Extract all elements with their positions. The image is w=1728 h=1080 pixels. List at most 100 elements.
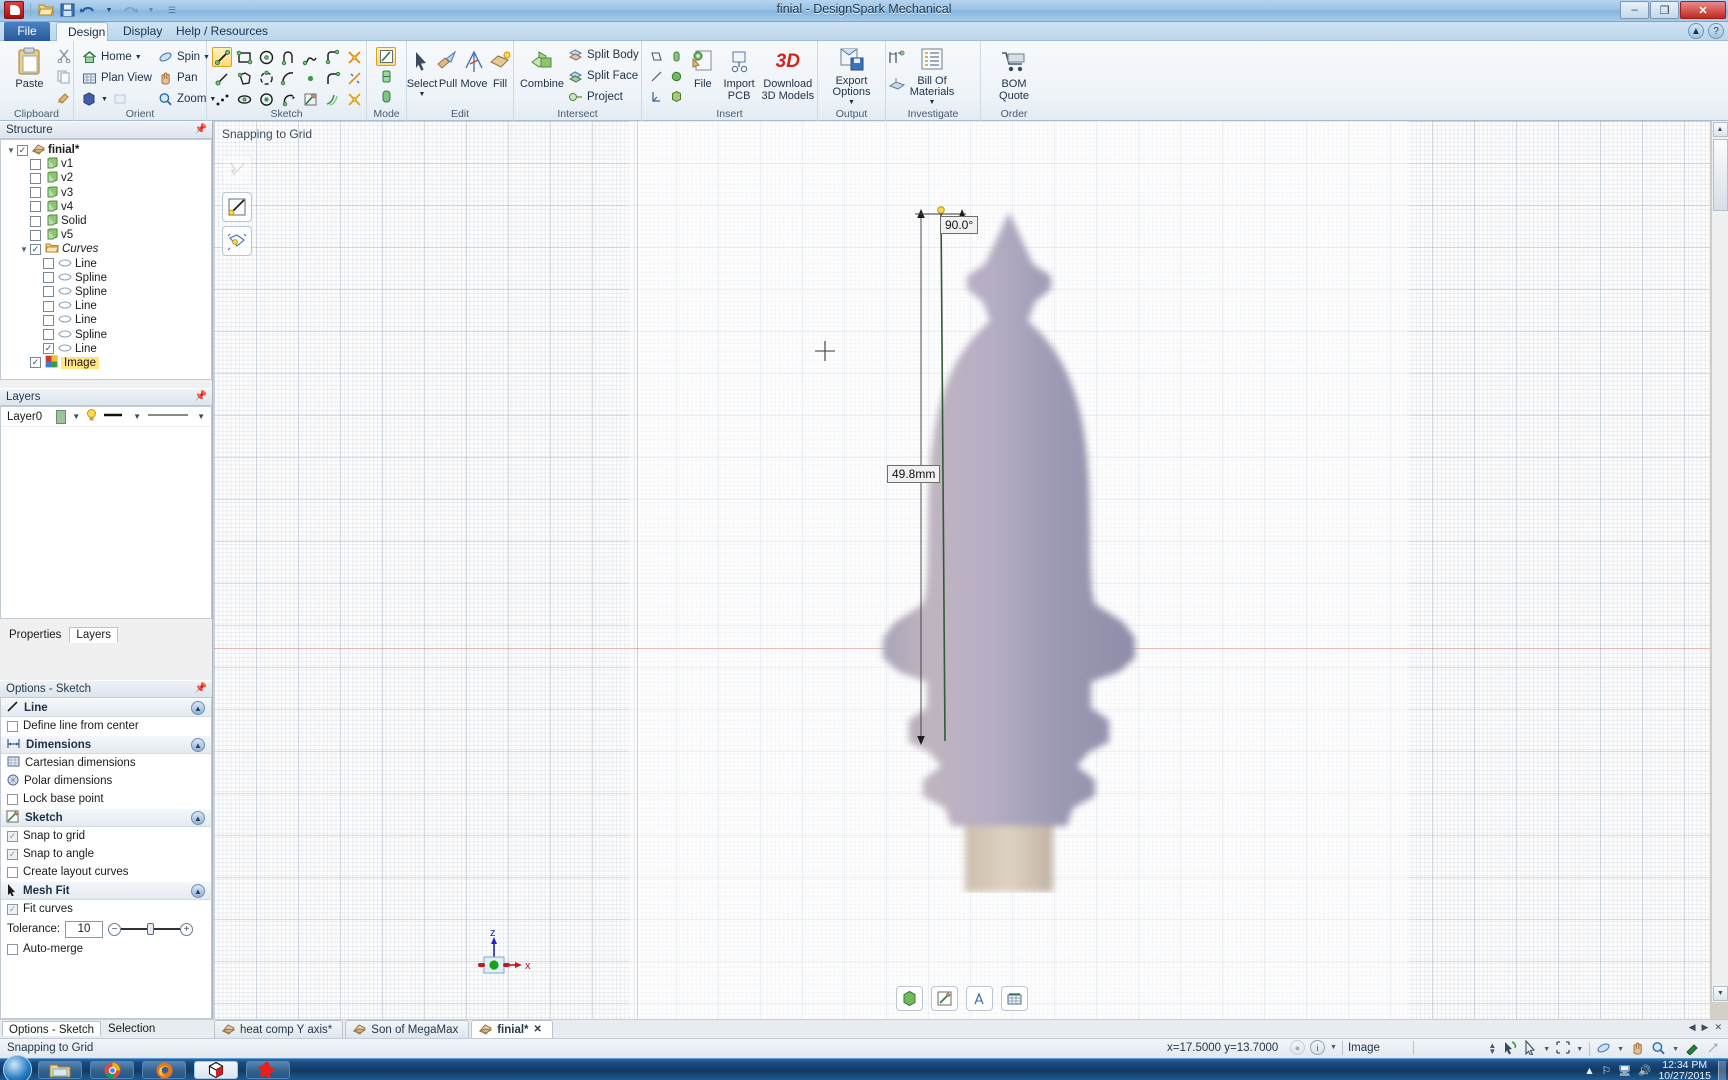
spin-status-icon[interactable] [1502,1040,1518,1058]
chevron-down-icon[interactable]: ▼ [135,54,142,61]
tree-item-checkbox[interactable] [30,187,41,199]
structure-tree[interactable]: ▼ ✓ finial* v1 v2 v3 v4 Solid v5 ▼ ✓ Curves Line Spli… [0,139,212,380]
tree-item-checkbox[interactable] [30,215,41,227]
taskbar-item-google-chrome[interactable] [90,1061,134,1079]
sketch-points-icon[interactable] [212,89,232,109]
restore-button[interactable]: ❐ [1650,1,1679,19]
collapse-ribbon-icon[interactable]: ▲ [1688,23,1704,39]
line-tool-icon[interactable] [212,47,232,67]
options-section-header[interactable]: Sketch ▲ [1,808,211,827]
sketch-line-point-icon[interactable] [212,68,232,88]
fillet-icon[interactable] [322,68,342,88]
tolerance-input[interactable]: 10 [65,920,104,938]
vertical-scroll-thumb[interactable] [1712,139,1728,211]
pin-icon[interactable]: 📌 [195,124,207,135]
structure-tree-item[interactable]: v2 [1,171,211,185]
pan-status-icon[interactable] [1630,1041,1645,1058]
chevron-down-icon[interactable]: ▼ [1543,1046,1550,1053]
show-hidden-icons[interactable]: ▲ [1584,1065,1594,1077]
options-row[interactable]: ✓ Fit curves [1,900,211,918]
document-tab[interactable]: heat comp Y axis* [214,1020,344,1038]
project-button[interactable]: Project [566,87,639,106]
point-icon[interactable] [300,68,320,88]
spinner-icon[interactable]: ▲ ▼ [1488,1041,1496,1055]
three-point-arc-icon[interactable] [256,68,276,88]
green-cube-icon[interactable] [896,986,923,1011]
section-mode-icon[interactable] [376,67,396,86]
taskbar-item-file-explorer[interactable] [38,1061,82,1079]
orientation-triad[interactable]: z x [469,924,539,984]
option-checkbox[interactable] [7,720,18,732]
plan-view-button[interactable]: Plan View [80,68,154,88]
options-row[interactable]: Polar dimensions [1,772,211,790]
close-button[interactable]: ✕ [1680,1,1726,19]
pin-status-icon[interactable] [1706,1041,1720,1058]
chevron-up-icon[interactable]: ▲ [191,884,205,898]
cylinder-icon[interactable] [666,46,686,66]
structure-tree-item[interactable]: ✓ Line [1,342,211,356]
volume-icon[interactable]: 🔊 [1638,1064,1651,1077]
tab-design[interactable]: Design [56,22,108,41]
tolerance-decrease-button[interactable]: − [108,922,122,936]
options-row[interactable]: Create layout curves [1,863,211,881]
pin-icon[interactable]: 📌 [195,683,207,694]
previous-view-icon[interactable] [111,90,129,108]
design-canvas[interactable]: Snapping to Grid 90.0° 49.8mm z x [214,121,1710,1019]
select-button[interactable]: Select ▼ [407,43,437,106]
structure-tree-item[interactable]: ✓ Image [1,355,211,370]
tab-file[interactable]: File [4,22,50,41]
sweep-arc-icon[interactable] [278,89,298,109]
option-checkbox[interactable] [7,866,18,878]
box-select-icon[interactable] [1556,1041,1570,1057]
options-row[interactable]: ✓ Snap to grid [1,827,211,845]
chevron-up-icon[interactable]: ▲ [191,701,205,715]
taskbar-item-inkscape[interactable] [246,1061,290,1079]
chevron-down-icon[interactable]: ▼ [197,412,205,421]
chevron-down-icon[interactable]: ▼ [1330,1044,1337,1051]
chevron-down-icon[interactable]: ▼ [1617,1046,1624,1053]
vertical-scrollbar[interactable]: ▲ ▼ [1711,121,1728,1002]
stop-icon[interactable]: ● [1290,1040,1305,1055]
taskbar-item-firefox[interactable] [142,1061,186,1079]
tree-item-checkbox[interactable]: ✓ [43,343,54,355]
orbit-status-icon[interactable] [1596,1041,1611,1058]
tree-item-checkbox[interactable] [30,229,41,241]
scroll-up-arrow[interactable]: ▲ [1712,122,1728,137]
tree-item-checkbox[interactable] [30,158,41,170]
download-3d-models-button[interactable]: 3D Download 3D Models [759,43,817,106]
chevron-down-icon[interactable]: ▼ [133,412,141,421]
split-curve-icon[interactable] [344,89,364,109]
structure-tree-item[interactable]: ▼ ✓ finial* [1,143,211,157]
length-dimension-label[interactable]: 49.8mm [887,465,941,483]
start-button[interactable] [3,1055,32,1080]
tab-options-sketch[interactable]: Options - Sketch [2,1021,102,1036]
chevron-up-icon[interactable]: ▲ [191,738,205,752]
structure-tree-item[interactable]: Spline [1,271,211,285]
chevron-down-icon[interactable]: ▼ [72,412,80,421]
tree-item-checkbox[interactable] [43,314,54,326]
tab-next-icon[interactable]: ▶ [1702,1022,1709,1033]
chevron-down-icon[interactable]: ▼ [1576,1046,1583,1053]
spline-icon[interactable] [300,47,320,67]
tree-item-checkbox[interactable]: ✓ [17,144,28,156]
fill-button[interactable]: Fill [487,43,513,106]
split-face-button[interactable]: Split Face [566,67,639,86]
edit-sketch-icon[interactable] [300,89,320,109]
lightbulb-icon[interactable] [86,408,97,425]
structure-tree-item[interactable]: Line [1,299,211,313]
options-row[interactable]: Tolerance: 10− + [1,918,211,940]
tab-help-resources[interactable]: Help / Resources [165,22,279,41]
document-tab[interactable]: finial* ✕ [471,1020,553,1038]
tab-selection[interactable]: Selection [102,1021,161,1036]
tab-properties[interactable]: Properties [2,627,68,643]
option-checkbox[interactable]: ✓ [7,903,18,915]
arc-icon[interactable] [278,68,298,88]
construction-line-icon[interactable] [344,68,364,88]
component-icon[interactable] [666,86,686,106]
export-options-button[interactable]: Export Options ▼ [822,43,882,106]
slider-thumb[interactable] [147,923,155,935]
copy-icon[interactable] [55,68,73,86]
option-checkbox[interactable] [7,943,18,955]
view-cube-button[interactable]: ▼ [80,89,154,109]
line-weight-dropdown[interactable] [103,410,127,423]
